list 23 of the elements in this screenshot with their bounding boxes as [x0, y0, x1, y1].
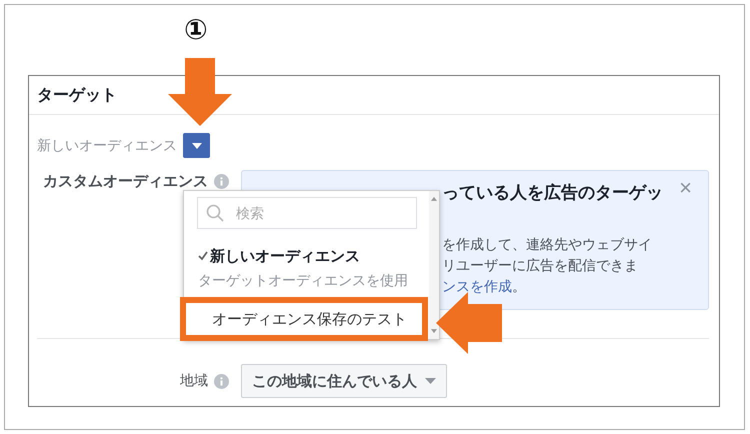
- audience-label: 新しいオーディエンス: [37, 136, 177, 154]
- search-field[interactable]: 検索: [197, 197, 417, 229]
- info-text: 。: [512, 278, 526, 294]
- dropdown-button[interactable]: [183, 133, 210, 158]
- left-arrow-icon: [436, 292, 502, 354]
- menu-section-header: ターゲットオーディエンスを使用: [197, 271, 409, 290]
- menu-item[interactable]: オーディエンス保存のテスト: [180, 297, 428, 341]
- down-arrow-icon: [166, 58, 234, 128]
- scrollbar[interactable]: [429, 191, 439, 339]
- info-icon: [214, 374, 229, 388]
- custom-audience-label: カスタムオーディエンス: [43, 172, 208, 190]
- info-heading: っている人を広告のターゲッ: [442, 182, 663, 204]
- step-number: ①: [184, 16, 208, 44]
- search-icon: [206, 204, 224, 222]
- create-link[interactable]: ンスを作成: [442, 278, 512, 294]
- location-label: 地域: [180, 372, 208, 390]
- menu-item[interactable]: 新しいオーディエンス: [184, 243, 430, 269]
- check-icon: [198, 251, 208, 261]
- caret-icon: [192, 142, 202, 148]
- info-text: を作成して、連絡先やウェブサイ: [442, 235, 653, 254]
- caret-icon: [425, 378, 436, 384]
- info-text: リユーザーに広告を配信できま: [442, 256, 639, 275]
- location-select[interactable]: この地域に住んでいる人: [241, 364, 447, 398]
